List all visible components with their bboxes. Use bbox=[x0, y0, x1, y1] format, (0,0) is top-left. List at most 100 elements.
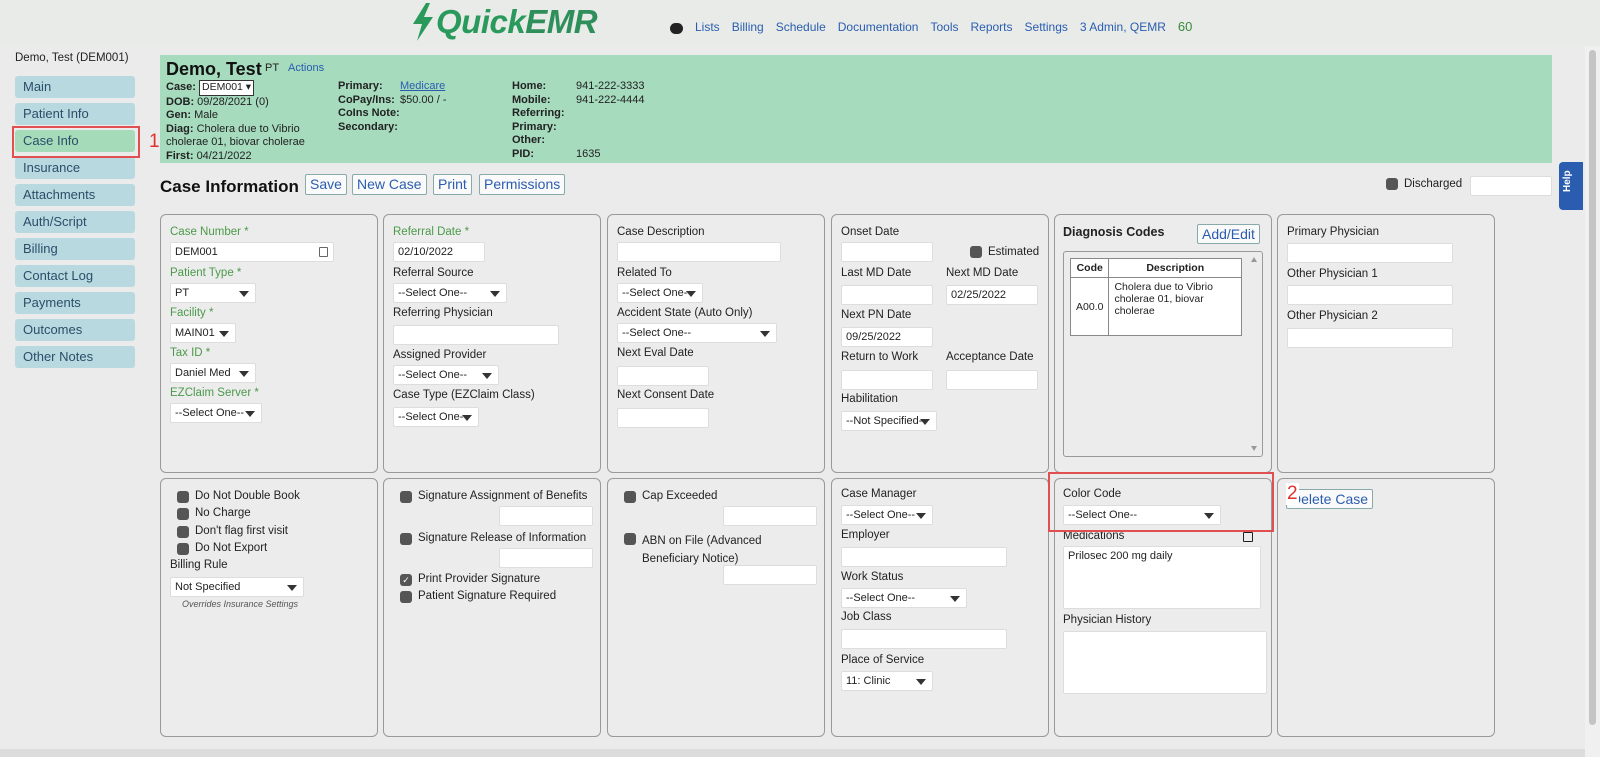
assigned-provider-select[interactable]: --Select One-- bbox=[393, 365, 499, 385]
next-md-date-value: 02/25/2022 bbox=[951, 289, 1007, 301]
nav-settings[interactable]: Settings bbox=[1025, 20, 1068, 34]
cap-exceeded-date-input[interactable] bbox=[723, 506, 817, 526]
nav-billing[interactable]: Billing bbox=[732, 20, 764, 34]
referring-label: Referring: bbox=[512, 107, 565, 120]
page-scrollbar-thumb[interactable] bbox=[1589, 50, 1596, 725]
patient-signature-required-checkbox[interactable] bbox=[400, 591, 412, 603]
delete-case-button[interactable]: Delete Case bbox=[1286, 489, 1374, 509]
onset-date-input[interactable] bbox=[841, 242, 933, 262]
sidebar-patient-name: Demo, Test (DEM001) bbox=[15, 52, 129, 64]
save-button[interactable]: Save bbox=[305, 174, 347, 195]
sig-assignment-date-input[interactable] bbox=[499, 506, 593, 526]
sidebar-item-auth-script[interactable]: Auth/Script bbox=[15, 211, 135, 233]
return-to-work-input[interactable] bbox=[841, 370, 933, 390]
chat-bubble-icon[interactable] bbox=[670, 23, 683, 34]
do-not-double-book-checkbox[interactable] bbox=[177, 491, 189, 503]
referral-date-input[interactable]: 02/10/2022 bbox=[393, 242, 485, 262]
last-md-date-input[interactable] bbox=[841, 285, 933, 305]
sidebar-item-other-notes[interactable]: Other Notes bbox=[15, 346, 135, 368]
next-pn-date-input[interactable]: 09/25/2022 bbox=[841, 327, 933, 347]
referral-source-select[interactable]: --Select One-- bbox=[393, 283, 507, 303]
case-description-input[interactable] bbox=[617, 242, 781, 262]
nav-lists[interactable]: Lists bbox=[695, 20, 720, 34]
app-logo[interactable]: QuickEMR bbox=[410, 2, 598, 42]
sidebar-item-insurance[interactable]: Insurance bbox=[15, 157, 135, 179]
print-provider-signature-checkbox[interactable]: ✓ bbox=[400, 574, 412, 586]
print-button[interactable]: Print bbox=[433, 174, 472, 195]
work-status-select[interactable]: --Select One-- bbox=[841, 588, 967, 608]
facility-select[interactable]: MAIN01 bbox=[170, 323, 236, 343]
sidebar-item-contact-log[interactable]: Contact Log bbox=[15, 265, 135, 287]
tax-id-value: Daniel Med bbox=[175, 367, 231, 379]
next-md-date-input[interactable]: 02/25/2022 bbox=[946, 285, 1038, 305]
job-class-input[interactable] bbox=[841, 629, 1007, 649]
sidebar-item-attachments[interactable]: Attachments bbox=[15, 184, 135, 206]
chevron-down-icon bbox=[950, 596, 960, 602]
referring-physician-input[interactable] bbox=[393, 325, 559, 345]
highlight-box-case-info bbox=[12, 126, 140, 158]
place-of-service-select[interactable]: 11: Clinic bbox=[841, 671, 933, 691]
ezclaim-select[interactable]: --Select One-- bbox=[170, 403, 262, 423]
abn-checkbox[interactable] bbox=[624, 533, 636, 545]
table-row[interactable]: A00.0 Cholera due to Vibrio cholerae 01, … bbox=[1069, 277, 1242, 336]
next-eval-input[interactable] bbox=[617, 366, 709, 386]
actions-link[interactable]: Actions bbox=[288, 62, 324, 74]
panel-cap-abn: Cap Exceeded ABN on File (Advanced Benef… bbox=[607, 478, 825, 737]
primary-physician-input[interactable] bbox=[1287, 243, 1453, 263]
acceptance-date-input[interactable] bbox=[946, 370, 1038, 390]
abn-date-input[interactable] bbox=[723, 565, 817, 585]
scroll-down-icon[interactable] bbox=[1251, 446, 1257, 451]
dob-label: DOB: bbox=[166, 95, 195, 108]
sidebar-item-patient-info[interactable]: Patient Info bbox=[15, 103, 135, 125]
physician-history-textarea[interactable] bbox=[1063, 631, 1267, 694]
tax-id-select[interactable]: Daniel Med bbox=[170, 363, 256, 383]
panel-dates: Onset Date Estimated Last MD Date Next M… bbox=[831, 214, 1049, 473]
case-type-select[interactable]: --Select One-- bbox=[393, 407, 479, 427]
sidebar-item-outcomes[interactable]: Outcomes bbox=[15, 319, 135, 341]
new-case-button[interactable]: New Case bbox=[352, 174, 427, 195]
chevron-down-icon bbox=[245, 411, 255, 417]
other-physician-1-input[interactable] bbox=[1287, 285, 1453, 305]
employer-input[interactable] bbox=[841, 547, 1007, 567]
nav-reports[interactable]: Reports bbox=[970, 20, 1012, 34]
estimated-checkbox[interactable] bbox=[970, 246, 982, 258]
dont-flag-first-visit-checkbox[interactable] bbox=[177, 526, 189, 538]
discharged-date-input[interactable] bbox=[1470, 176, 1552, 196]
primary-ins-link[interactable]: Medicare bbox=[400, 80, 445, 92]
nav-user[interactable]: 3 Admin, QEMR bbox=[1080, 20, 1166, 34]
medications-textarea[interactable]: Prilosec 200 mg daily bbox=[1063, 546, 1261, 609]
edit-icon[interactable] bbox=[1243, 532, 1253, 542]
scroll-up-icon[interactable] bbox=[1251, 257, 1257, 262]
related-to-select[interactable]: --Select One-- bbox=[617, 283, 703, 303]
accident-state-select[interactable]: --Select One-- bbox=[617, 323, 777, 343]
case-select[interactable]: DEM001 ▾ bbox=[199, 80, 255, 96]
sidebar-item-main[interactable]: Main bbox=[15, 76, 135, 98]
cap-exceeded-checkbox[interactable] bbox=[624, 491, 636, 503]
do-not-export-checkbox[interactable] bbox=[177, 543, 189, 555]
physician-history-label: Physician History bbox=[1063, 614, 1152, 626]
nav-schedule[interactable]: Schedule bbox=[776, 20, 826, 34]
sig-release-checkbox[interactable] bbox=[400, 533, 412, 545]
patient-type-select[interactable]: PT bbox=[170, 283, 256, 303]
sig-assignment-checkbox[interactable] bbox=[400, 491, 412, 503]
habilitation-select[interactable]: --Not Specified-- bbox=[841, 411, 937, 431]
diagnosis-list-box[interactable]: Code Description A00.0 Cholera due to Vibr… bbox=[1063, 251, 1263, 457]
add-edit-diagnosis-button[interactable]: Add/Edit bbox=[1197, 224, 1260, 244]
case-manager-select[interactable]: --Select One-- bbox=[841, 505, 933, 525]
help-tab[interactable]: Help bbox=[1559, 162, 1583, 210]
sidebar: Demo, Test (DEM001) Main Patient Info Ca… bbox=[15, 52, 135, 373]
assigned-provider-label: Assigned Provider bbox=[393, 349, 487, 361]
accident-state-value: --Select One-- bbox=[622, 327, 692, 339]
no-charge-checkbox[interactable] bbox=[177, 508, 189, 520]
nav-documentation[interactable]: Documentation bbox=[838, 20, 919, 34]
discharged-checkbox[interactable] bbox=[1386, 178, 1398, 190]
permissions-button[interactable]: Permissions bbox=[479, 174, 566, 195]
case-number-input[interactable]: DEM001 bbox=[170, 242, 334, 262]
sidebar-item-payments[interactable]: Payments bbox=[15, 292, 135, 314]
billing-rule-select[interactable]: Not Specified bbox=[170, 577, 304, 597]
sig-release-date-input[interactable] bbox=[499, 548, 593, 568]
other-physician-2-input[interactable] bbox=[1287, 328, 1453, 348]
sidebar-item-billing[interactable]: Billing bbox=[15, 238, 135, 260]
next-consent-input[interactable] bbox=[617, 408, 709, 428]
nav-tools[interactable]: Tools bbox=[930, 20, 958, 34]
